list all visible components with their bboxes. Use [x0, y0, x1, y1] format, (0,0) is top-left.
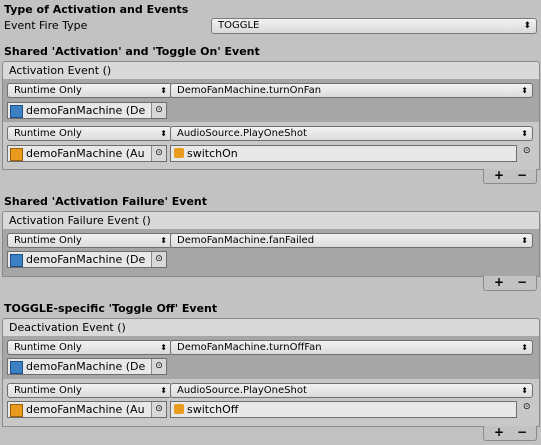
dropdown-arrow-icon: ⬍ [521, 129, 528, 138]
method-dropdown[interactable]: DemoFanMachine.turnOffFan ⬍ [170, 340, 533, 355]
method-value: AudioSource.PlayOneShot [177, 128, 307, 139]
target-object-field[interactable]: demoFanMachine (De ⊙ [7, 358, 167, 375]
runtime-mode-dropdown[interactable]: Runtime Only ⬍ [7, 340, 172, 355]
add-listener-button[interactable]: + [494, 168, 504, 182]
audio-clip-name: switchOff [187, 403, 239, 416]
deactivation-event-label: Deactivation Event () [9, 321, 126, 334]
method-value: DemoFanMachine.turnOnFan [177, 85, 322, 96]
method-dropdown[interactable]: DemoFanMachine.turnOnFan ⬍ [170, 83, 533, 98]
runtime-mode-value: Runtime Only [14, 385, 82, 396]
failure-event-header: Activation Failure Event () [2, 211, 540, 230]
audio-source-icon [10, 148, 23, 161]
method-dropdown[interactable]: AudioSource.PlayOneShot ⬍ [170, 126, 533, 141]
remove-listener-button[interactable]: − [517, 168, 527, 182]
audio-source-icon [10, 404, 23, 417]
method-dropdown[interactable]: AudioSource.PlayOneShot ⬍ [170, 383, 533, 398]
target-object-name: demoFanMachine (Au [26, 147, 145, 160]
activation-list-footer: + − [483, 168, 537, 184]
method-dropdown[interactable]: DemoFanMachine.fanFailed ⬍ [170, 233, 533, 248]
object-picker-icon[interactable]: ⊙ [151, 402, 166, 417]
dropdown-arrow-icon: ⬍ [160, 86, 167, 95]
activation-type-heading: Type of Activation and Events [4, 3, 189, 16]
script-icon [10, 361, 23, 374]
runtime-mode-value: Runtime Only [14, 85, 82, 96]
runtime-mode-value: Runtime Only [14, 235, 82, 246]
runtime-mode-dropdown[interactable]: Runtime Only ⬍ [7, 83, 172, 98]
object-picker-icon[interactable]: ⊙ [151, 252, 166, 267]
dropdown-arrow-icon: ⬍ [160, 129, 167, 138]
dropdown-arrow-icon: ⬍ [521, 343, 528, 352]
deactivation-event-header: Deactivation Event () [2, 318, 540, 337]
clip-picker-icon[interactable]: ⊙ [523, 146, 531, 156]
deactivation-list-footer: + − [483, 425, 537, 441]
dropdown-arrow-icon: ⬍ [160, 343, 167, 352]
dropdown-arrow-icon: ⬍ [521, 86, 528, 95]
section-title-failure: Shared 'Activation Failure' Event [4, 195, 208, 208]
remove-listener-button[interactable]: − [517, 275, 527, 289]
target-object-field[interactable]: demoFanMachine (De ⊙ [7, 251, 167, 268]
audio-clip-name: switchOn [187, 147, 238, 160]
failure-list-footer: + − [483, 275, 537, 291]
clip-picker-icon[interactable]: ⊙ [523, 402, 531, 412]
target-object-field[interactable]: demoFanMachine (De ⊙ [7, 102, 167, 119]
runtime-mode-value: Runtime Only [14, 342, 82, 353]
script-icon [10, 105, 23, 118]
section-title-activation: Shared 'Activation' and 'Toggle On' Even… [4, 45, 260, 58]
add-listener-button[interactable]: + [494, 425, 504, 439]
object-picker-icon[interactable]: ⊙ [151, 359, 166, 374]
dropdown-arrow-icon: ⬍ [523, 21, 531, 31]
object-picker-icon[interactable]: ⊙ [151, 146, 166, 161]
failure-event-label: Activation Failure Event () [9, 214, 151, 227]
dropdown-arrow-icon: ⬍ [521, 236, 528, 245]
runtime-mode-dropdown[interactable]: Runtime Only ⬍ [7, 233, 172, 248]
audio-clip-icon [174, 404, 184, 414]
dropdown-arrow-icon: ⬍ [160, 236, 167, 245]
event-fire-type-label: Event Fire Type [4, 19, 88, 32]
dropdown-arrow-icon: ⬍ [160, 386, 167, 395]
event-fire-type-dropdown[interactable]: TOGGLE ⬍ [211, 18, 537, 34]
target-object-field[interactable]: demoFanMachine (Au ⊙ [7, 401, 167, 418]
runtime-mode-value: Runtime Only [14, 128, 82, 139]
remove-listener-button[interactable]: − [517, 425, 527, 439]
runtime-mode-dropdown[interactable]: Runtime Only ⬍ [7, 126, 172, 141]
script-icon [10, 254, 23, 267]
method-value: DemoFanMachine.fanFailed [177, 235, 315, 246]
target-object-field[interactable]: demoFanMachine (Au ⊙ [7, 145, 167, 162]
dropdown-arrow-icon: ⬍ [521, 386, 528, 395]
audio-clip-field[interactable]: switchOff [170, 401, 517, 418]
target-object-name: demoFanMachine (Au [26, 403, 145, 416]
event-fire-type-value: TOGGLE [218, 20, 260, 31]
activation-event-header: Activation Event () [2, 61, 540, 80]
method-value: AudioSource.PlayOneShot [177, 385, 307, 396]
audio-clip-icon [174, 148, 184, 158]
target-object-name: demoFanMachine (De [26, 104, 146, 117]
add-listener-button[interactable]: + [494, 275, 504, 289]
activation-event-label: Activation Event () [9, 64, 112, 77]
target-object-name: demoFanMachine (De [26, 253, 146, 266]
section-title-toggle-off: TOGGLE-specific 'Toggle Off' Event [4, 302, 218, 315]
method-value: DemoFanMachine.turnOffFan [177, 342, 322, 353]
runtime-mode-dropdown[interactable]: Runtime Only ⬍ [7, 383, 172, 398]
object-picker-icon[interactable]: ⊙ [151, 103, 166, 118]
audio-clip-field[interactable]: switchOn [170, 145, 517, 162]
target-object-name: demoFanMachine (De [26, 360, 146, 373]
